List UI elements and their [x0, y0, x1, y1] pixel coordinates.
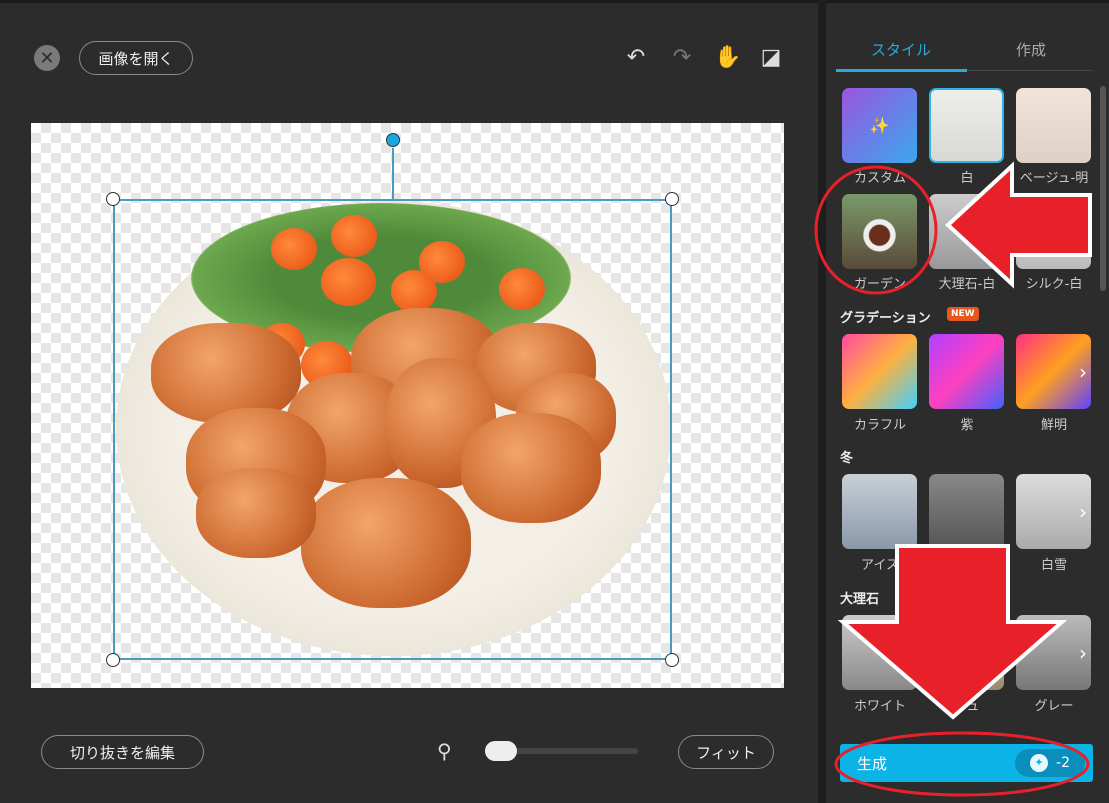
credit-icon: ✦	[1030, 754, 1049, 772]
resize-handle[interactable]	[106, 653, 120, 667]
zoom-icon: ⚲	[437, 739, 452, 763]
style-purple[interactable]	[929, 334, 1004, 409]
style-silk-white[interactable]	[1016, 194, 1091, 269]
credit-cost-value: -2	[1056, 755, 1070, 771]
style-label: シルク-白	[1025, 277, 1083, 292]
style-label: ガーデン	[853, 277, 906, 292]
style-label: ジュ	[954, 699, 980, 714]
resize-handle[interactable]	[665, 653, 679, 667]
magic-wand-icon: ✨	[869, 116, 890, 135]
scrollbar[interactable]	[1100, 86, 1106, 291]
hand-icon[interactable]: ✋	[714, 45, 741, 71]
edit-cutout-button[interactable]: 切り抜きを編集	[41, 735, 204, 769]
style-label: 大理石-白	[938, 277, 996, 292]
section-title: 大理石	[840, 592, 880, 607]
selection-box[interactable]	[113, 199, 672, 660]
style-marble-white[interactable]	[929, 194, 1004, 269]
style-label: 鮮明	[1040, 418, 1067, 433]
style-winter-2[interactable]	[929, 474, 1004, 549]
section-title: 冬	[840, 451, 854, 466]
editor-panel: ✕ 画像を開く ↶ ↷ ✋ ◪ 切り抜きを編集 ⚲ フィット	[0, 0, 818, 803]
style-custom[interactable]: ✨	[842, 88, 917, 163]
style-label: グレー	[1034, 699, 1074, 714]
style-label: 白雪	[1040, 558, 1067, 573]
close-button[interactable]: ✕	[34, 45, 60, 71]
resize-handle[interactable]	[106, 192, 120, 206]
style-ice[interactable]	[842, 474, 917, 549]
generate-button[interactable]: 生成 ✦ -2	[840, 744, 1093, 782]
new-badge: NEW	[947, 307, 979, 321]
style-label: カスタム	[853, 171, 906, 186]
credit-cost: ✦ -2	[1015, 749, 1085, 777]
style-marble-white-2[interactable]	[842, 615, 917, 690]
fit-button[interactable]: フィット	[678, 735, 774, 769]
image-canvas[interactable]	[31, 123, 784, 688]
style-white[interactable]	[929, 88, 1004, 163]
style-beige[interactable]	[1016, 88, 1091, 163]
generate-label: 生成	[857, 754, 888, 773]
open-image-button[interactable]: 画像を開く	[79, 41, 193, 75]
style-label: ホワイト	[853, 699, 906, 714]
style-garden[interactable]	[842, 194, 917, 269]
style-label: アイス	[861, 558, 899, 573]
tab-create[interactable]: 作成	[966, 39, 1096, 60]
redo-icon[interactable]: ↷	[669, 45, 695, 71]
style-marble-beige[interactable]	[929, 615, 1004, 690]
chevron-right-icon[interactable]: ›	[1079, 500, 1087, 524]
resize-handle[interactable]	[665, 192, 679, 206]
undo-icon[interactable]: ↶	[623, 45, 649, 71]
rotate-handle[interactable]	[386, 133, 400, 147]
section-title: グラデーション	[840, 311, 931, 326]
chevron-right-icon[interactable]: ›	[1079, 360, 1087, 384]
style-label: ベージュ-明	[1019, 171, 1089, 186]
tab-style[interactable]: スタイル	[836, 39, 966, 60]
chevron-right-icon[interactable]: ›	[1079, 641, 1087, 665]
eraser-icon[interactable]: ◪	[758, 45, 784, 71]
zoom-slider-knob[interactable]	[485, 741, 517, 761]
style-label: カラフル	[853, 418, 906, 433]
style-label: 紫	[960, 418, 974, 433]
style-label: 白	[960, 171, 974, 186]
style-colorful[interactable]	[842, 334, 917, 409]
